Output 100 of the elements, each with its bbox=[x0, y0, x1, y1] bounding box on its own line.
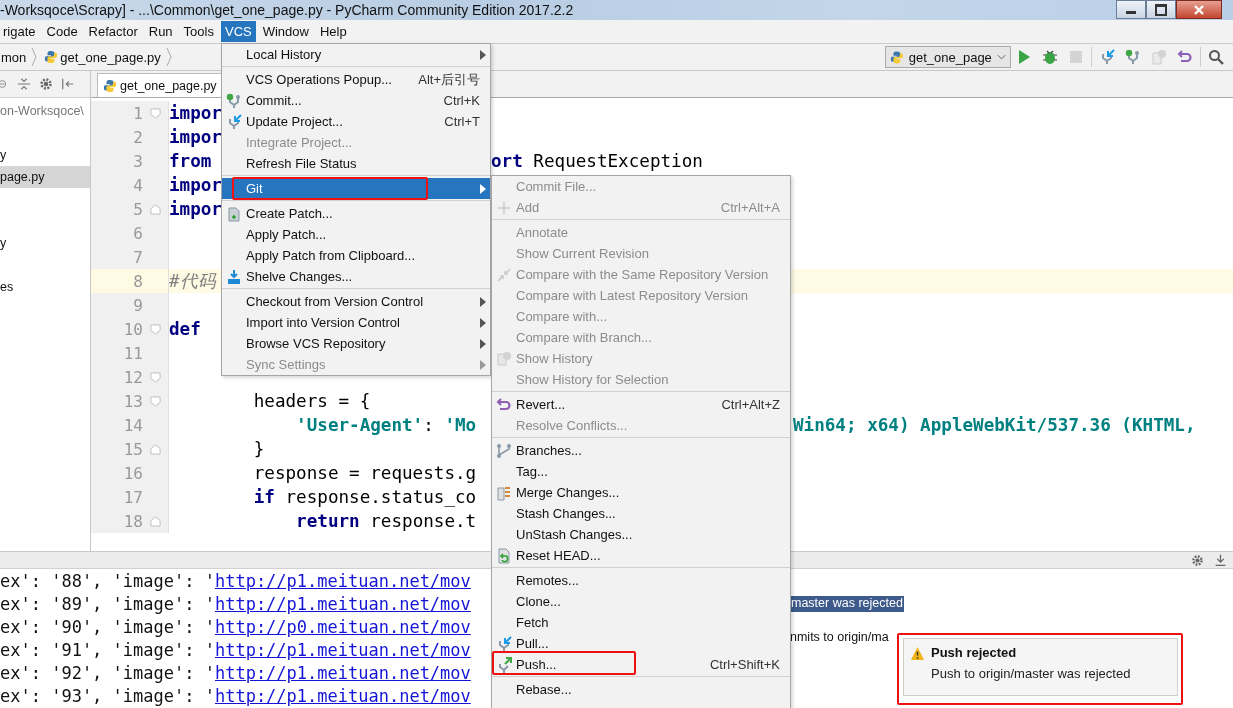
python-icon bbox=[103, 78, 117, 93]
line-number: 1 bbox=[132, 103, 143, 123]
submenu-arrow-icon bbox=[480, 183, 486, 194]
editor-tab[interactable]: get_one_page.py bbox=[97, 73, 223, 97]
tree-item[interactable]: y bbox=[0, 144, 90, 166]
menu-item[interactable]: Git bbox=[222, 178, 490, 199]
menu-item[interactable]: Shelve Changes... bbox=[222, 266, 490, 287]
menu-item[interactable]: Tag... bbox=[492, 461, 790, 482]
fold-marker-icon[interactable] bbox=[150, 323, 161, 335]
target-icon[interactable] bbox=[0, 77, 9, 91]
line-number: 7 bbox=[132, 247, 143, 267]
run-config-dropdown[interactable]: get_one_page bbox=[885, 46, 1011, 68]
code-line: Win64; x64) AppleWebKit/537.36 (KHTML, bbox=[793, 414, 1196, 437]
menu-item[interactable]: Local History bbox=[222, 44, 490, 65]
menu-item[interactable]: Browse VCS Repository bbox=[222, 333, 490, 354]
tree-item[interactable]: y bbox=[0, 232, 90, 254]
menu-item[interactable]: Run bbox=[144, 21, 177, 42]
search-icon[interactable] bbox=[1208, 49, 1224, 65]
menu-item[interactable]: Help bbox=[315, 21, 351, 42]
code-line: if response.status_co bbox=[252, 487, 477, 507]
console-link[interactable]: http://p1.meituan.net/mov bbox=[214, 639, 471, 660]
menu-item[interactable]: Merge Changes... bbox=[492, 482, 790, 503]
fold-marker-icon[interactable] bbox=[150, 443, 161, 455]
branch-icon bbox=[496, 442, 512, 459]
chevron-icon bbox=[165, 47, 172, 67]
menu-item[interactable]: Code bbox=[42, 21, 82, 42]
minimize-button[interactable] bbox=[1116, 0, 1146, 19]
line-number: 4 bbox=[132, 175, 143, 195]
menu-item[interactable]: Stash Changes... bbox=[492, 503, 790, 524]
submenu-arrow-icon bbox=[480, 49, 486, 60]
close-button[interactable] bbox=[1176, 0, 1222, 19]
minimize-icon bbox=[1126, 11, 1136, 14]
console-link[interactable]: http://p1.meituan.net/mov bbox=[214, 685, 471, 706]
menu-item[interactable]: VCS bbox=[220, 21, 256, 42]
code-line: } bbox=[252, 439, 265, 459]
menu-item[interactable]: UnStash Changes... bbox=[492, 524, 790, 545]
line-number: 2 bbox=[132, 127, 143, 147]
line-number: 8 bbox=[132, 271, 143, 291]
branch-arrow-icon[interactable] bbox=[1099, 49, 1115, 65]
undo-arrow-icon bbox=[496, 396, 512, 413]
line-number: 9 bbox=[132, 295, 143, 315]
restore-button[interactable] bbox=[1146, 0, 1176, 19]
tree-item[interactable]: es bbox=[0, 276, 90, 298]
menu-item[interactable]: Rebase... bbox=[492, 679, 790, 700]
settings-icon[interactable] bbox=[1191, 553, 1204, 567]
submenu-arrow-icon bbox=[480, 338, 486, 349]
menu-item[interactable]: Import into Version Control bbox=[222, 312, 490, 333]
menu-item[interactable]: Update Project... Ctrl+T bbox=[222, 111, 490, 132]
menu-item[interactable]: Refactor bbox=[84, 21, 142, 42]
code-line: response = requests.g bbox=[252, 463, 477, 483]
hide-arrow-icon[interactable] bbox=[61, 77, 75, 91]
collapse-icon[interactable] bbox=[17, 77, 31, 91]
menu-item[interactable]: Apply Patch from Clipboard... bbox=[222, 245, 490, 266]
undo-arrow-icon[interactable] bbox=[1177, 49, 1193, 65]
download-icon[interactable] bbox=[1214, 553, 1227, 567]
menu-item[interactable]: Push... Ctrl+Shift+K bbox=[492, 654, 790, 675]
console-text: ex': '92', 'image': ' bbox=[0, 662, 215, 683]
play-icon[interactable] bbox=[1016, 49, 1032, 65]
fold-marker-icon[interactable] bbox=[150, 395, 161, 407]
restore-icon bbox=[1155, 3, 1167, 16]
breadcrumb-item[interactable]: mon bbox=[0, 49, 29, 65]
console-link[interactable]: http://p1.meituan.net/mov bbox=[214, 593, 471, 614]
fold-marker-icon[interactable] bbox=[150, 107, 161, 119]
menu-item[interactable]: Clone... bbox=[492, 591, 790, 612]
menu-item[interactable]: VCS Operations Popup... Alt+后引号 bbox=[222, 69, 490, 90]
console-link[interactable]: http://p1.meituan.net/mov bbox=[214, 570, 471, 591]
menu-item[interactable]: Branches... bbox=[492, 440, 790, 461]
merge-icon bbox=[496, 484, 512, 501]
menu-item[interactable]: Apply Patch... bbox=[222, 224, 490, 245]
fold-marker-icon[interactable] bbox=[150, 203, 161, 215]
menu-item[interactable]: Window bbox=[258, 21, 313, 42]
menu-item[interactable]: Refresh File Status bbox=[222, 153, 490, 174]
bug-icon[interactable] bbox=[1042, 49, 1058, 65]
branch-arrow-icon bbox=[496, 635, 512, 652]
tree-item[interactable]: page.py bbox=[0, 166, 90, 188]
menu-item[interactable]: Create Patch... bbox=[222, 203, 490, 224]
settings-icon[interactable] bbox=[39, 77, 53, 91]
menu-item[interactable]: Revert... Ctrl+Alt+Z bbox=[492, 394, 790, 415]
code-line: #代码 bbox=[169, 270, 216, 293]
chevron-icon bbox=[31, 47, 38, 67]
menu-item[interactable]: Reset HEAD... bbox=[492, 545, 790, 566]
menu-item[interactable]: Tools bbox=[179, 21, 218, 42]
menu-item[interactable]: Fetch bbox=[492, 612, 790, 633]
branch-arrow-icon bbox=[496, 656, 512, 673]
fold-marker-icon[interactable] bbox=[150, 515, 161, 527]
breadcrumb-item[interactable]: get_one_page.py bbox=[58, 49, 163, 65]
console-text: ex': '89', 'image': ' bbox=[0, 593, 215, 614]
branch-icon[interactable] bbox=[1125, 49, 1141, 65]
menu-item[interactable]: Remotes... bbox=[492, 570, 790, 591]
python-icon bbox=[890, 49, 904, 65]
menu-item[interactable]: Commit... Ctrl+K bbox=[222, 90, 490, 111]
tree-item[interactable]: on-Worksqoce\ bbox=[0, 100, 90, 122]
console-link[interactable]: http://p1.meituan.net/mov bbox=[214, 662, 471, 683]
menu-item[interactable]: Checkout from Version Control bbox=[222, 291, 490, 312]
line-number: 3 bbox=[132, 151, 143, 171]
menu-item[interactable]: Pull... bbox=[492, 633, 790, 654]
fold-marker-icon[interactable] bbox=[150, 371, 161, 383]
menu-item[interactable]: rigate bbox=[0, 21, 40, 42]
line-number: 5 bbox=[132, 199, 143, 219]
console-link[interactable]: http://p0.meituan.net/mov bbox=[214, 616, 471, 637]
